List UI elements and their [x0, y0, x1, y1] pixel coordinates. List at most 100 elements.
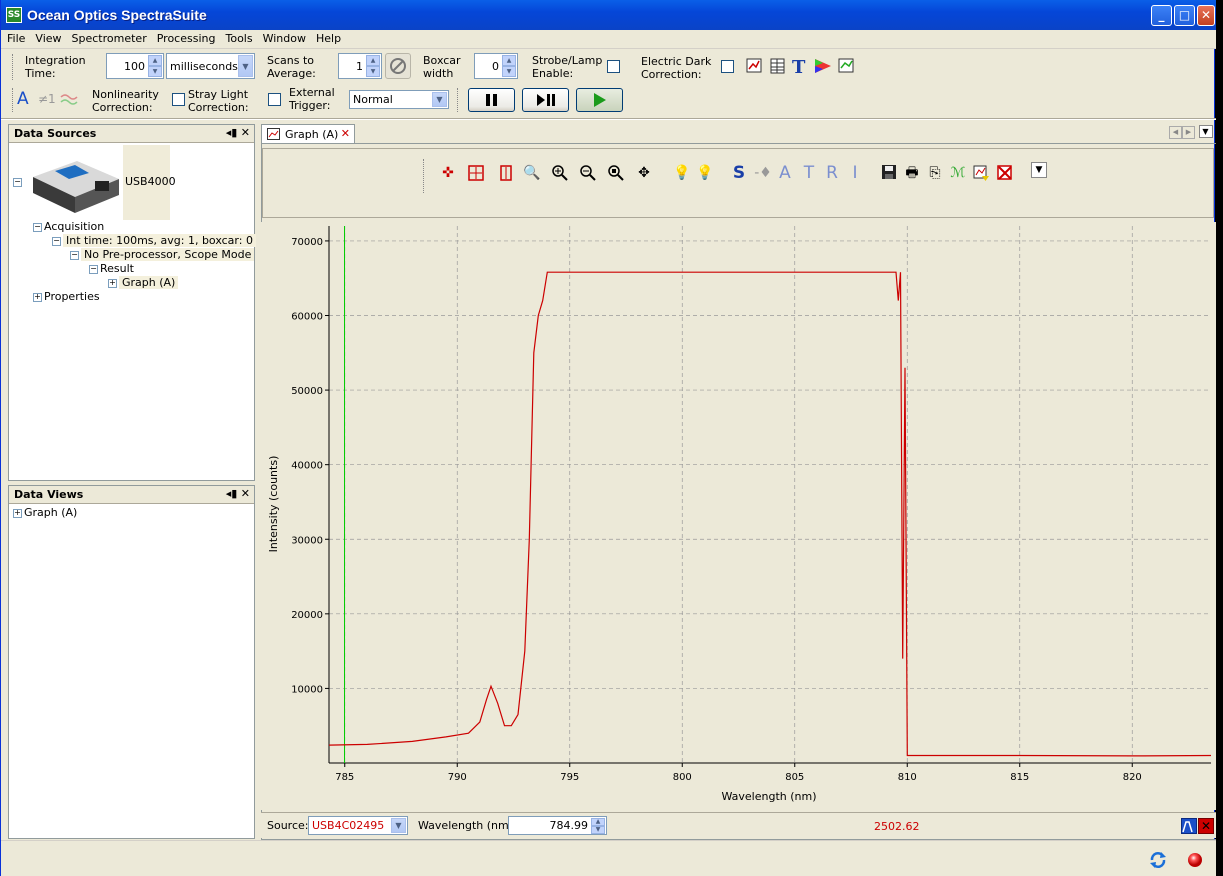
- table-view-icon[interactable]: [770, 58, 785, 74]
- save-icon[interactable]: [879, 164, 899, 185]
- chevron-down-icon[interactable]: ▼: [391, 818, 406, 833]
- menu-window[interactable]: Window: [257, 30, 310, 45]
- minimize-button[interactable]: _: [1151, 5, 1172, 26]
- spin-down-icon[interactable]: ▼: [502, 66, 516, 77]
- overlay-icon[interactable]: ℳ: [948, 164, 968, 182]
- overlay-graph-icon[interactable]: [838, 58, 854, 73]
- refresh-icon[interactable]: [1148, 850, 1168, 870]
- integration-time-stepper[interactable]: 100 ▲ ▼: [106, 53, 164, 79]
- color-view-icon[interactable]: [815, 59, 831, 73]
- pin-icon[interactable]: ◂▮: [226, 126, 238, 139]
- boxcar-width-stepper[interactable]: 0 ▲ ▼: [474, 53, 518, 79]
- menu-view[interactable]: View: [29, 30, 65, 45]
- scale-to-fit-icon[interactable]: [466, 164, 486, 187]
- step-button[interactable]: [522, 88, 569, 112]
- graph-toolbar-more-button[interactable]: ▼: [1031, 162, 1047, 178]
- intensity-readout: 2502.62: [874, 820, 920, 833]
- wave-icon[interactable]: [59, 90, 81, 108]
- integration-unit-select[interactable]: milliseconds ▼: [166, 53, 255, 79]
- tree-node-acquisition[interactable]: − Acquisition: [33, 220, 104, 233]
- spin-up-icon[interactable]: ▲: [591, 818, 605, 826]
- close-icon[interactable]: ✕: [241, 487, 250, 500]
- menu-spectrometer[interactable]: Spectrometer: [66, 30, 151, 45]
- app-icon: SS: [6, 7, 22, 23]
- light-off-icon[interactable]: 💡: [672, 164, 692, 182]
- print-icon[interactable]: 🖶: [902, 164, 922, 182]
- reference-icon[interactable]: -♦: [753, 164, 773, 182]
- wavelength-input[interactable]: 784.99 ▲ ▼: [508, 816, 607, 835]
- step-icon: [537, 94, 555, 106]
- nonlinearity-checkbox[interactable]: [172, 93, 185, 106]
- chevron-down-icon[interactable]: ▼: [432, 92, 447, 107]
- zoom-region-icon[interactable]: 🔍: [522, 164, 542, 182]
- spectrum-chart[interactable]: 785 790 795 800 805 810 815 820 10000 20000 30000 4…: [261, 222, 1216, 810]
- close-cursor-button[interactable]: ✕: [1198, 818, 1214, 834]
- spin-up-icon[interactable]: ▲: [148, 55, 162, 66]
- zoom-out-icon[interactable]: [578, 164, 598, 187]
- transmission-mode-icon[interactable]: T: [799, 164, 819, 182]
- relative-mode-icon[interactable]: ≠1: [38, 92, 56, 106]
- tree-node-result[interactable]: − Result: [89, 262, 134, 275]
- chevron-down-icon[interactable]: ▼: [238, 55, 253, 77]
- play-button[interactable]: [576, 88, 623, 112]
- y-tick-label: 60000: [291, 312, 323, 323]
- tree-node-preprocessor[interactable]: − No Pre-processor, Scope Mode: [70, 248, 255, 261]
- strobe-lamp-checkbox[interactable]: [607, 60, 620, 73]
- light-on-icon[interactable]: 💡: [695, 164, 715, 182]
- tab-list-icon[interactable]: ▼: [1198, 125, 1213, 138]
- spin-down-icon[interactable]: ▼: [591, 826, 605, 834]
- tree-node-properties[interactable]: + Properties: [33, 290, 100, 303]
- close-button[interactable]: ✕: [1197, 5, 1215, 26]
- maximize-button[interactable]: □: [1174, 5, 1195, 26]
- crosshair-icon[interactable]: ✜: [438, 164, 458, 182]
- export-icon[interactable]: [971, 164, 991, 187]
- data-sources-panel: Data Sources ◂▮ ✕ − USB4000 − Acquisition…: [8, 124, 256, 481]
- graph-view-icon[interactable]: [746, 58, 762, 73]
- x-tick-label: 785: [335, 772, 354, 783]
- scope-mode-icon[interactable]: S: [729, 164, 749, 182]
- device-expander[interactable]: −: [13, 175, 24, 188]
- tab-graph-a[interactable]: Graph (A) ✕: [261, 124, 355, 144]
- spin-up-icon[interactable]: ▲: [366, 55, 380, 66]
- pin-icon[interactable]: ◂▮: [226, 487, 238, 500]
- spin-down-icon[interactable]: ▼: [148, 66, 162, 77]
- menu-processing[interactable]: Processing: [151, 30, 220, 45]
- scans-to-average-stepper[interactable]: 1 ▲ ▼: [338, 53, 382, 79]
- reflection-mode-icon[interactable]: R: [822, 164, 842, 182]
- tree-node-int-time[interactable]: − Int time: 100ms, avg: 1, boxcar: 0: [52, 234, 256, 247]
- toolbar-separator: [1, 118, 1216, 120]
- play-icon: [594, 93, 606, 107]
- absorbance-mode-icon[interactable]: A: [775, 164, 795, 182]
- electric-dark-checkbox[interactable]: [721, 60, 734, 73]
- menu-file[interactable]: File: [1, 30, 29, 45]
- stray-light-checkbox[interactable]: [268, 93, 281, 106]
- spin-up-icon[interactable]: ▲: [502, 55, 516, 66]
- x-tick-label: 795: [560, 772, 579, 783]
- zoom-fit-icon[interactable]: [606, 164, 626, 187]
- device-node-usb4000[interactable]: USB4000: [123, 145, 176, 220]
- tab-right-icon[interactable]: ▶: [1182, 126, 1195, 139]
- tab-left-icon[interactable]: ◀: [1169, 126, 1182, 139]
- close-tab-icon[interactable]: ✕: [341, 127, 350, 140]
- text-view-icon[interactable]: T: [792, 57, 806, 78]
- close-icon[interactable]: ✕: [241, 126, 250, 139]
- menu-tools[interactable]: Tools: [219, 30, 256, 45]
- menu-help[interactable]: Help: [310, 30, 345, 45]
- absolute-mode-icon[interactable]: A: [17, 89, 29, 109]
- source-select[interactable]: USB4C02495 ▼: [308, 816, 408, 835]
- tree-node-graph-a[interactable]: + Graph (A): [108, 276, 179, 289]
- copy-icon[interactable]: ⎘: [925, 164, 945, 182]
- view-node-graph-a[interactable]: + Graph (A): [13, 506, 77, 519]
- delete-overlay-icon[interactable]: [995, 164, 1015, 187]
- x-tick-label: 815: [1010, 772, 1029, 783]
- reset-average-button[interactable]: [385, 53, 411, 79]
- scale-y-icon[interactable]: [496, 164, 516, 187]
- irradiance-mode-icon[interactable]: I: [845, 164, 865, 182]
- pause-button[interactable]: [468, 88, 515, 112]
- zoom-in-icon[interactable]: [550, 164, 570, 187]
- spectrum-graph[interactable]: 785 790 795 800 805 810 815 820 10000 20000 30000 4…: [261, 222, 1216, 810]
- pan-icon[interactable]: ✥: [634, 164, 654, 182]
- trigger-mode-select[interactable]: Normal ▼: [349, 90, 449, 109]
- spin-down-icon[interactable]: ▼: [366, 66, 380, 77]
- peak-view-button[interactable]: [1181, 818, 1197, 834]
